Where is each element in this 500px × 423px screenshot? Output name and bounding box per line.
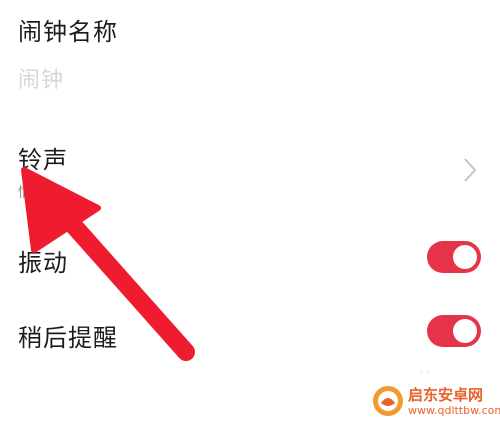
- toggle-knob: [453, 245, 477, 269]
- vibration-toggle[interactable]: [427, 241, 481, 273]
- toggle-knob: [453, 319, 477, 343]
- vibration-label: 振动: [18, 249, 68, 277]
- ringtone-value: 情: [18, 185, 32, 201]
- snooze-toggle[interactable]: [427, 315, 481, 347]
- watermark-title: 启东安卓网: [408, 386, 484, 404]
- alarm-name-label: 闹钟名称: [18, 18, 118, 46]
- annotation-arrow-icon: [21, 167, 195, 361]
- faint-mark: ◦◦: [418, 366, 431, 379]
- chevron-right-icon[interactable]: [460, 156, 480, 184]
- watermark-url: www.qdlttbw.com: [408, 404, 500, 417]
- watermark: 启东安卓网 www.qdlttbw.com: [372, 383, 500, 419]
- watermark-logo-icon: [373, 386, 403, 416]
- snooze-label: 稍后提醒: [18, 324, 118, 352]
- alarm-name-placeholder[interactable]: 闹钟: [18, 62, 64, 94]
- alarm-settings-screen: 闹钟名称 闹钟 铃声 情 振动 稍后提醒 ◦◦ 启东安卓网 www.qdlttb…: [0, 0, 500, 423]
- ringtone-label: 铃声: [18, 146, 68, 174]
